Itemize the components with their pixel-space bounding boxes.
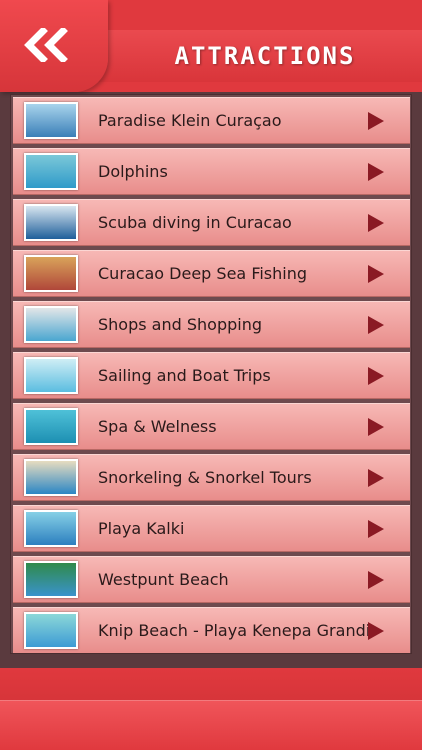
attraction-thumbnail	[24, 510, 78, 547]
chevron-right-icon	[368, 571, 384, 589]
attraction-thumbnail	[24, 306, 78, 343]
page-title: ATTRACTIONS	[174, 42, 356, 70]
list-item[interactable]: Scuba diving in Curacao	[13, 199, 410, 246]
footer-band	[0, 700, 422, 750]
list-item[interactable]: Sailing and Boat Trips	[13, 352, 410, 399]
list-item-label: Shops and Shopping	[98, 315, 262, 334]
attraction-thumbnail	[24, 612, 78, 649]
chevron-right-icon	[368, 469, 384, 487]
list-item[interactable]: Playa Kalki	[13, 505, 410, 552]
list-item[interactable]: Knip Beach - Playa Kenepa Grandi	[13, 607, 410, 653]
list-item[interactable]: Dolphins	[13, 148, 410, 195]
list-item[interactable]: Snorkeling & Snorkel Tours	[13, 454, 410, 501]
attraction-thumbnail	[24, 153, 78, 190]
chevron-right-icon	[368, 418, 384, 436]
attraction-thumbnail	[24, 459, 78, 496]
list-item-label: Westpunt Beach	[98, 570, 229, 589]
attraction-thumbnail	[24, 408, 78, 445]
chevron-right-icon	[368, 112, 384, 130]
list-item[interactable]: Paradise Klein Curaçao	[13, 97, 410, 144]
attraction-thumbnail	[24, 357, 78, 394]
list-item-label: Knip Beach - Playa Kenepa Grandi	[98, 621, 371, 640]
chevron-right-icon	[368, 163, 384, 181]
list-item[interactable]: Spa & Welness	[13, 403, 410, 450]
chevron-right-icon	[368, 316, 384, 334]
chevron-right-icon	[368, 265, 384, 283]
list-item-label: Dolphins	[98, 162, 168, 181]
list-item-label: Sailing and Boat Trips	[98, 366, 271, 385]
chevron-right-icon	[368, 367, 384, 385]
list-item[interactable]: Curacao Deep Sea Fishing	[13, 250, 410, 297]
double-chevron-left-icon	[24, 28, 68, 62]
chevron-right-icon	[368, 520, 384, 538]
chevron-right-icon	[368, 622, 384, 640]
list-item-label: Curacao Deep Sea Fishing	[98, 264, 308, 283]
attraction-thumbnail	[24, 102, 78, 139]
back-tab	[0, 0, 108, 92]
list-item-label: Scuba diving in Curacao	[98, 213, 292, 232]
list-item[interactable]: Westpunt Beach	[13, 556, 410, 603]
list-item-label: Paradise Klein Curaçao	[98, 111, 282, 130]
chevron-right-icon	[368, 214, 384, 232]
list-item[interactable]: Shops and Shopping	[13, 301, 410, 348]
attractions-list: Paradise Klein Curaçao Dolphins Scuba divi…	[10, 94, 412, 654]
attraction-thumbnail	[24, 561, 78, 598]
list-item-label: Playa Kalki	[98, 519, 185, 538]
list-item-label: Snorkeling & Snorkel Tours	[98, 468, 312, 487]
attraction-thumbnail	[24, 255, 78, 292]
attraction-thumbnail	[24, 204, 78, 241]
back-button[interactable]	[18, 26, 74, 64]
list-item-label: Spa & Welness	[98, 417, 217, 436]
